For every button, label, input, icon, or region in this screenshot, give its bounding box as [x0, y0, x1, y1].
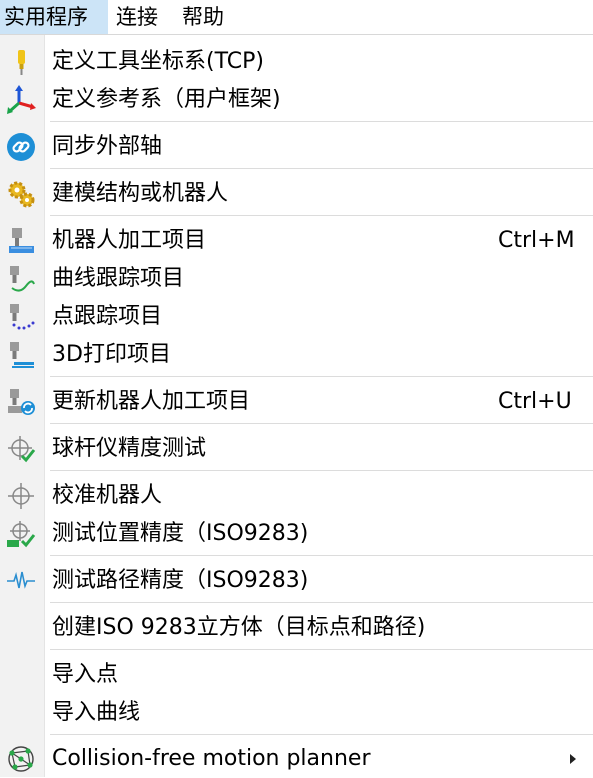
tool-tcp-icon — [6, 47, 36, 77]
menu-item-motion-planner[interactable]: Collision-free motion planner — [0, 740, 593, 778]
menu-item-import-curve[interactable]: 导入曲线 — [0, 694, 593, 732]
menu-item-label: 3D打印项目 — [52, 342, 171, 367]
menu-item-label: 定义参考系（用户框架) — [52, 87, 281, 112]
menu-item-3d-print[interactable]: 3D打印项目 — [0, 336, 593, 374]
menu-item-iso-position[interactable]: 测试位置精度（ISO9283) — [0, 515, 593, 553]
menu-separator — [50, 649, 593, 650]
motion-planner-icon — [6, 744, 36, 774]
menu-item-label: 更新机器人加工项目 — [52, 389, 251, 414]
menu-item-label: 定义工具坐标系(TCP) — [52, 49, 264, 74]
calibrate-icon — [6, 481, 36, 511]
path-accuracy-icon — [6, 566, 36, 596]
menu-item-label: 导入点 — [52, 662, 119, 687]
menu-item-label: 校准机器人 — [52, 483, 163, 508]
menu-item-import-points[interactable]: 导入点 — [0, 656, 593, 694]
menu-separator — [50, 215, 593, 216]
menu-separator — [50, 376, 593, 377]
menu-help[interactable]: 帮助 — [178, 0, 228, 34]
menu-item-machining-project[interactable]: 机器人加工项目 Ctrl+M — [0, 222, 593, 260]
menu-item-label: 测试位置精度（ISO9283) — [52, 521, 309, 546]
menu-separator — [50, 168, 593, 169]
menu-item-label: 测试路径精度（ISO9283) — [52, 568, 309, 593]
menu-item-label: 球杆仪精度测试 — [52, 436, 207, 461]
menu-item-label: 同步外部轴 — [52, 134, 163, 159]
menu-separator — [50, 423, 593, 424]
curve-follow-icon — [6, 264, 36, 294]
menu-item-define-tcp[interactable]: 定义工具坐标系(TCP) — [0, 43, 593, 81]
ballbar-test-icon — [6, 434, 36, 464]
menu-bar: 实用程序 连接 帮助 — [0, 0, 593, 34]
menu-item-model-mechanism[interactable]: 建模结构或机器人 — [0, 175, 593, 213]
menu-item-label: 建模结构或机器人 — [52, 181, 229, 206]
iso-position-icon — [6, 519, 36, 549]
menu-item-label: 导入曲线 — [52, 700, 141, 725]
menu-item-label: 创建ISO 9283立方体（目标点和路径) — [52, 615, 426, 640]
menu-item-curve-follow[interactable]: 曲线跟踪项目 — [0, 260, 593, 298]
utilities-dropdown-menu: 定义工具坐标系(TCP) 定义参考系（用户框架) 同步外部轴 建模结构或机器人 … — [0, 34, 593, 777]
menu-item-label: 机器人加工项目 — [52, 228, 207, 253]
gears-icon — [6, 179, 36, 209]
menu-item-label: 曲线跟踪项目 — [52, 266, 185, 291]
reference-frame-icon — [6, 85, 36, 115]
print-3d-icon — [6, 340, 36, 370]
menu-item-ballbar-test[interactable]: 球杆仪精度测试 — [0, 430, 593, 468]
menu-utilities[interactable]: 实用程序 — [0, 0, 108, 34]
menu-item-iso-path[interactable]: 测试路径精度（ISO9283) — [0, 562, 593, 600]
menu-separator — [50, 555, 593, 556]
menu-separator — [50, 470, 593, 471]
point-follow-icon — [6, 302, 36, 332]
menu-item-label: 点跟踪项目 — [52, 304, 163, 329]
menu-item-shortcut: Ctrl+M — [498, 228, 575, 253]
menu-item-point-follow[interactable]: 点跟踪项目 — [0, 298, 593, 336]
submenu-arrow-icon — [570, 754, 576, 764]
menu-separator — [50, 734, 593, 735]
menu-item-create-iso-cube[interactable]: 创建ISO 9283立方体（目标点和路径) — [0, 609, 593, 647]
menu-separator — [50, 121, 593, 122]
menu-separator — [50, 602, 593, 603]
machining-icon — [6, 226, 36, 256]
menu-item-calibrate-robot[interactable]: 校准机器人 — [0, 477, 593, 515]
menu-connect[interactable]: 连接 — [112, 0, 162, 34]
menu-item-sync-axes[interactable]: 同步外部轴 — [0, 128, 593, 166]
menu-item-update-machining[interactable]: 更新机器人加工项目 Ctrl+U — [0, 383, 593, 421]
menu-item-shortcut: Ctrl+U — [498, 389, 572, 414]
link-icon — [6, 132, 36, 162]
menu-item-define-reference[interactable]: 定义参考系（用户框架) — [0, 81, 593, 119]
menu-item-label: Collision-free motion planner — [52, 746, 371, 771]
update-machining-icon — [6, 387, 36, 417]
